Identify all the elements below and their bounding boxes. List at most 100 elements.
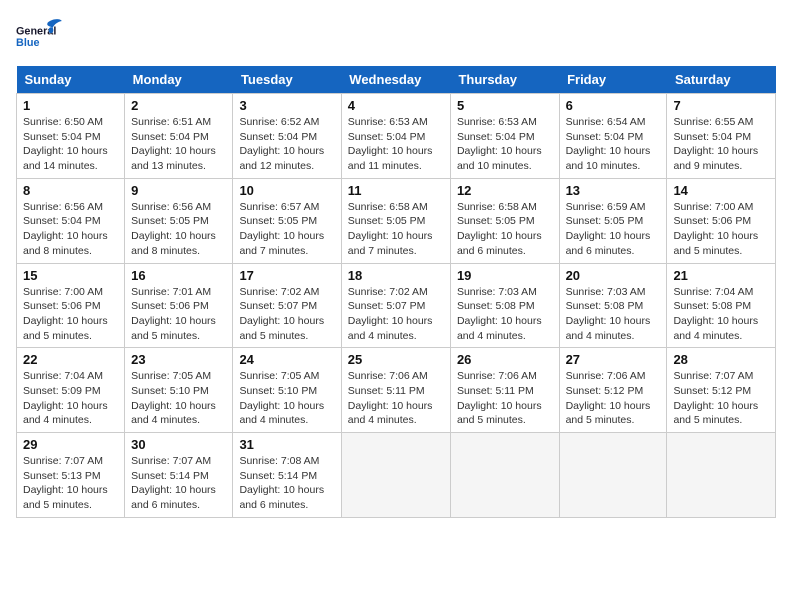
calendar-day-cell: 3 Sunrise: 6:52 AM Sunset: 5:04 PM Daylig…: [233, 94, 341, 179]
day-info: Sunrise: 7:04 AM Sunset: 5:08 PM Dayligh…: [673, 285, 769, 344]
calendar-day-cell: 26Sunrise: 7:06 AM Sunset: 5:11 PM Dayli…: [450, 348, 559, 433]
day-number: 10: [239, 183, 334, 198]
calendar-body: 1Sunrise: 6:50 AM Sunset: 5:04 PM Daylig…: [17, 94, 776, 518]
calendar-day-cell: 25 Sunrise: 7:06 AM Sunset: 5:11 PM Dayli…: [341, 348, 450, 433]
day-info: Sunrise: 7:04 AM Sunset: 5:09 PM Dayligh…: [23, 369, 118, 428]
day-info: Sunrise: 7:02 AM Sunset: 5:07 PM Dayligh…: [239, 285, 334, 344]
calendar-day-cell: 12 Sunrise: 6:58 AM Sunset: 5:05 PM Dayli…: [450, 178, 559, 263]
calendar-day-cell: 28Sunrise: 7:07 AM Sunset: 5:12 PM Dayli…: [667, 348, 776, 433]
day-number: 1: [23, 98, 118, 113]
calendar-day-header: Tuesday: [233, 66, 341, 94]
day-number: 16: [131, 268, 226, 283]
day-info: Sunrise: 6:56 AM Sunset: 5:04 PM Dayligh…: [23, 200, 118, 259]
calendar-day-cell: 14 Sunrise: 7:00 AM Sunset: 5:06 PM Dayli…: [667, 178, 776, 263]
day-info: Sunrise: 7:00 AM Sunset: 5:06 PM Dayligh…: [23, 285, 118, 344]
calendar-day-cell: 30 Sunrise: 7:07 AM Sunset: 5:14 PM Dayli…: [125, 433, 233, 518]
day-number: 27: [566, 352, 661, 367]
day-info: Sunrise: 6:58 AM Sunset: 5:05 PM Dayligh…: [348, 200, 444, 259]
calendar-day-cell: 31Sunrise: 7:08 AM Sunset: 5:14 PM Dayli…: [233, 433, 341, 518]
day-info: Sunrise: 6:53 AM Sunset: 5:04 PM Dayligh…: [457, 115, 553, 174]
calendar-day-header: Wednesday: [341, 66, 450, 94]
calendar: SundayMondayTuesdayWednesdayThursdayFrid…: [16, 66, 776, 518]
day-info: Sunrise: 7:06 AM Sunset: 5:11 PM Dayligh…: [348, 369, 444, 428]
day-number: 11: [348, 183, 444, 198]
day-info: Sunrise: 7:07 AM Sunset: 5:14 PM Dayligh…: [131, 454, 226, 513]
calendar-week-row: 1Sunrise: 6:50 AM Sunset: 5:04 PM Daylig…: [17, 94, 776, 179]
day-info: Sunrise: 6:55 AM Sunset: 5:04 PM Dayligh…: [673, 115, 769, 174]
calendar-day-cell: [667, 433, 776, 518]
logo: General Blue: [16, 16, 66, 56]
calendar-day-cell: 21 Sunrise: 7:04 AM Sunset: 5:08 PM Dayli…: [667, 263, 776, 348]
day-info: Sunrise: 6:51 AM Sunset: 5:04 PM Dayligh…: [131, 115, 226, 174]
day-number: 25: [348, 352, 444, 367]
day-number: 17: [239, 268, 334, 283]
day-number: 30: [131, 437, 226, 452]
day-info: Sunrise: 7:02 AM Sunset: 5:07 PM Dayligh…: [348, 285, 444, 344]
day-number: 3: [239, 98, 334, 113]
calendar-day-cell: 11 Sunrise: 6:58 AM Sunset: 5:05 PM Dayli…: [341, 178, 450, 263]
calendar-day-cell: 13 Sunrise: 6:59 AM Sunset: 5:05 PM Dayli…: [559, 178, 667, 263]
day-number: 14: [673, 183, 769, 198]
calendar-day-cell: 8Sunrise: 6:56 AM Sunset: 5:04 PM Daylig…: [17, 178, 125, 263]
calendar-day-header: Thursday: [450, 66, 559, 94]
svg-text:Blue: Blue: [16, 37, 39, 49]
day-number: 29: [23, 437, 118, 452]
day-number: 6: [566, 98, 661, 113]
day-info: Sunrise: 7:05 AM Sunset: 5:10 PM Dayligh…: [239, 369, 334, 428]
calendar-day-cell: 2 Sunrise: 6:51 AM Sunset: 5:04 PM Daylig…: [125, 94, 233, 179]
calendar-header-row: SundayMondayTuesdayWednesdayThursdayFrid…: [17, 66, 776, 94]
day-number: 5: [457, 98, 553, 113]
calendar-day-cell: [450, 433, 559, 518]
day-info: Sunrise: 6:58 AM Sunset: 5:05 PM Dayligh…: [457, 200, 553, 259]
day-number: 7: [673, 98, 769, 113]
calendar-week-row: 15 Sunrise: 7:00 AM Sunset: 5:06 PM Dayli…: [17, 263, 776, 348]
day-number: 2: [131, 98, 226, 113]
calendar-week-row: 29 Sunrise: 7:07 AM Sunset: 5:13 PM Dayli…: [17, 433, 776, 518]
day-number: 22: [23, 352, 118, 367]
day-info: Sunrise: 7:01 AM Sunset: 5:06 PM Dayligh…: [131, 285, 226, 344]
calendar-day-cell: 1Sunrise: 6:50 AM Sunset: 5:04 PM Daylig…: [17, 94, 125, 179]
calendar-day-cell: 22 Sunrise: 7:04 AM Sunset: 5:09 PM Dayli…: [17, 348, 125, 433]
day-info: Sunrise: 6:53 AM Sunset: 5:04 PM Dayligh…: [348, 115, 444, 174]
day-info: Sunrise: 6:57 AM Sunset: 5:05 PM Dayligh…: [239, 200, 334, 259]
day-number: 31: [239, 437, 334, 452]
day-info: Sunrise: 7:07 AM Sunset: 5:12 PM Dayligh…: [673, 369, 769, 428]
day-info: Sunrise: 7:06 AM Sunset: 5:11 PM Dayligh…: [457, 369, 553, 428]
day-info: Sunrise: 7:03 AM Sunset: 5:08 PM Dayligh…: [457, 285, 553, 344]
calendar-day-cell: 23 Sunrise: 7:05 AM Sunset: 5:10 PM Dayli…: [125, 348, 233, 433]
day-number: 21: [673, 268, 769, 283]
day-number: 13: [566, 183, 661, 198]
calendar-day-cell: 18 Sunrise: 7:02 AM Sunset: 5:07 PM Dayli…: [341, 263, 450, 348]
calendar-day-cell: 10 Sunrise: 6:57 AM Sunset: 5:05 PM Dayli…: [233, 178, 341, 263]
day-info: Sunrise: 6:54 AM Sunset: 5:04 PM Dayligh…: [566, 115, 661, 174]
calendar-day-cell: [341, 433, 450, 518]
calendar-day-cell: 5 Sunrise: 6:53 AM Sunset: 5:04 PM Daylig…: [450, 94, 559, 179]
calendar-day-cell: 20Sunrise: 7:03 AM Sunset: 5:08 PM Dayli…: [559, 263, 667, 348]
calendar-day-header: Saturday: [667, 66, 776, 94]
day-number: 12: [457, 183, 553, 198]
calendar-day-cell: 27 Sunrise: 7:06 AM Sunset: 5:12 PM Dayli…: [559, 348, 667, 433]
calendar-day-header: Friday: [559, 66, 667, 94]
calendar-day-cell: 24Sunrise: 7:05 AM Sunset: 5:10 PM Dayli…: [233, 348, 341, 433]
calendar-day-cell: 15 Sunrise: 7:00 AM Sunset: 5:06 PM Dayli…: [17, 263, 125, 348]
day-info: Sunrise: 6:52 AM Sunset: 5:04 PM Dayligh…: [239, 115, 334, 174]
calendar-day-cell: 6 Sunrise: 6:54 AM Sunset: 5:04 PM Daylig…: [559, 94, 667, 179]
calendar-day-cell: 7 Sunrise: 6:55 AM Sunset: 5:04 PM Daylig…: [667, 94, 776, 179]
day-number: 4: [348, 98, 444, 113]
day-info: Sunrise: 7:05 AM Sunset: 5:10 PM Dayligh…: [131, 369, 226, 428]
day-number: 18: [348, 268, 444, 283]
day-info: Sunrise: 7:06 AM Sunset: 5:12 PM Dayligh…: [566, 369, 661, 428]
calendar-day-header: Sunday: [17, 66, 125, 94]
calendar-day-cell: 19Sunrise: 7:03 AM Sunset: 5:08 PM Dayli…: [450, 263, 559, 348]
day-number: 15: [23, 268, 118, 283]
day-info: Sunrise: 7:03 AM Sunset: 5:08 PM Dayligh…: [566, 285, 661, 344]
day-info: Sunrise: 7:00 AM Sunset: 5:06 PM Dayligh…: [673, 200, 769, 259]
calendar-day-header: Monday: [125, 66, 233, 94]
calendar-day-cell: 17 Sunrise: 7:02 AM Sunset: 5:07 PM Dayli…: [233, 263, 341, 348]
day-info: Sunrise: 6:59 AM Sunset: 5:05 PM Dayligh…: [566, 200, 661, 259]
day-info: Sunrise: 7:07 AM Sunset: 5:13 PM Dayligh…: [23, 454, 118, 513]
calendar-day-cell: 4 Sunrise: 6:53 AM Sunset: 5:04 PM Daylig…: [341, 94, 450, 179]
day-number: 9: [131, 183, 226, 198]
day-number: 23: [131, 352, 226, 367]
logo-icon: General Blue: [16, 16, 66, 56]
